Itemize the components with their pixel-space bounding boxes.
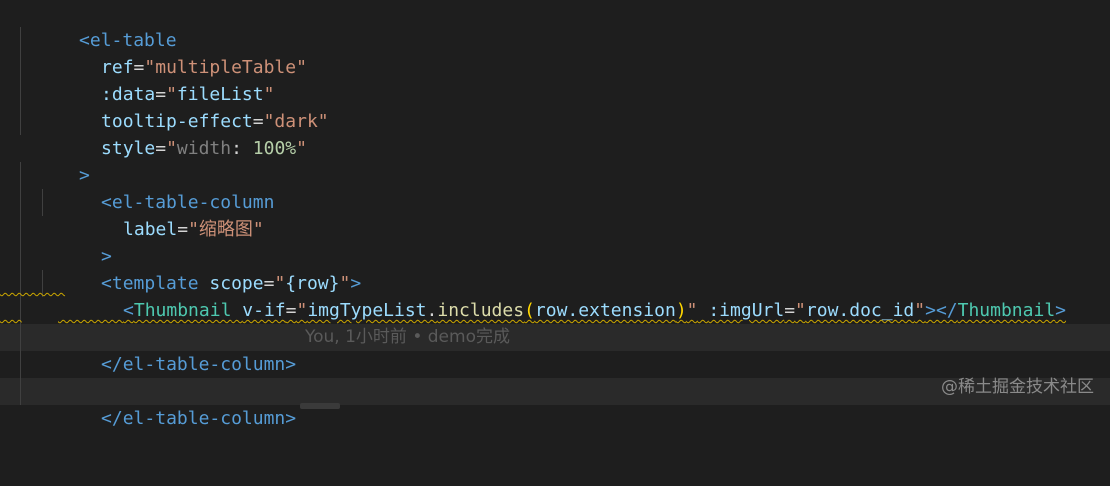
code-line-12[interactable]: </template> — [0, 297, 1110, 348]
indent-guide — [20, 54, 21, 81]
warning-squiggle — [0, 270, 65, 297]
code-line-9[interactable]: > — [0, 216, 1110, 267]
code-line-5[interactable]: style="width: 100%" — [0, 108, 1110, 159]
code-line-1[interactable]: <el-table — [0, 0, 1110, 51]
indent-guide — [20, 351, 21, 378]
code-editor[interactable]: <el-table ref="multipleTable" :data="fil… — [0, 0, 1110, 429]
code-line-11[interactable]: <Thumbnail v-if="imgTypeList.includes(ro… — [0, 270, 1110, 321]
cut-off-next-line — [300, 403, 340, 409]
code-line-10[interactable]: <template scope="{row}"> — [0, 243, 1110, 294]
indent-guide — [42, 189, 43, 216]
git-blame-annotation[interactable]: You, 1小时前 • demo完成 — [305, 324, 510, 351]
code-line-2[interactable]: ref="multipleTable" — [0, 27, 1110, 78]
indent-guide — [20, 324, 21, 351]
indent-guide — [20, 27, 21, 54]
indent-guide — [20, 243, 21, 270]
code-line-8[interactable]: label="缩略图" — [0, 189, 1110, 240]
tag-bracket: > — [285, 408, 297, 429]
code-line-4[interactable]: tooltip-effect="dark" — [0, 81, 1110, 132]
indent-guide — [20, 189, 21, 216]
watermark: @稀土掘金技术社区 — [941, 377, 1094, 397]
indent-guide — [20, 162, 21, 189]
code-line-7[interactable]: <el-table-column — [0, 162, 1110, 213]
indent-guide — [20, 108, 21, 135]
indent-guide — [20, 216, 21, 243]
indent-guide — [20, 81, 21, 108]
indent-guide — [20, 378, 21, 405]
tag-name: el-table-column — [122, 408, 286, 429]
code-line-6[interactable]: > — [0, 135, 1110, 186]
tag-bracket: </ — [101, 408, 123, 429]
code-line-3[interactable]: :data="fileList" — [0, 54, 1110, 105]
warning-squiggle — [0, 297, 22, 324]
code-line-13-current[interactable]: </el-table-column> You, 1小时前 • demo完成 — [0, 324, 1110, 375]
